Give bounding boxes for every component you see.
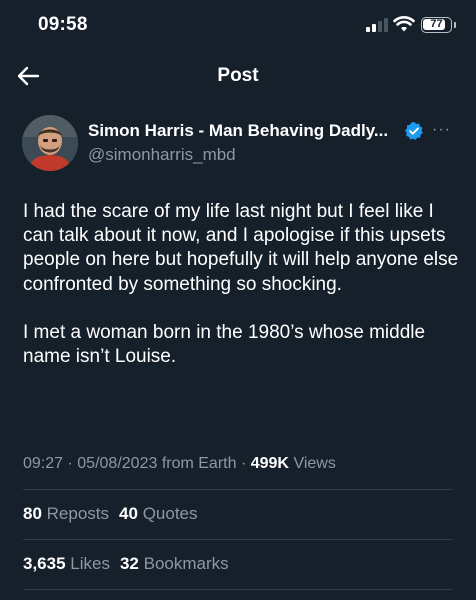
post-date: 05/08/2023 <box>77 455 158 472</box>
bookmarks-label: Bookmarks <box>143 554 229 573</box>
reposts-stat[interactable]: 80 Reposts <box>23 504 109 523</box>
reposts-count: 80 <box>23 504 42 523</box>
nav-header: Post <box>0 55 476 97</box>
status-bar: 09:58 77 <box>0 0 476 50</box>
quotes-stat[interactable]: 40 Quotes <box>119 504 197 523</box>
divider <box>23 589 453 590</box>
stats-row-reposts: 80 Reposts 40 Quotes <box>23 504 198 524</box>
views-label: Views <box>293 455 336 472</box>
bookmarks-count: 32 <box>119 554 139 573</box>
post-screen: 09:58 77 Post Simon Harris - Man Behavin… <box>0 0 476 600</box>
post-source: from Earth <box>161 455 237 472</box>
author-name[interactable]: Simon Harris - Man Behaving Dadly... <box>88 121 388 141</box>
likes-count: 3,635 <box>23 554 66 573</box>
quotes-count: 40 <box>119 504 138 523</box>
quotes-label: Quotes <box>142 504 198 523</box>
likes-label: Likes <box>70 554 110 573</box>
battery-percent: 77 <box>430 18 443 30</box>
views-count[interactable]: 499K <box>251 455 289 472</box>
divider <box>23 489 453 490</box>
post-paragraph: I had the scare of my life last night bu… <box>23 201 459 295</box>
avatar[interactable] <box>22 115 78 171</box>
divider <box>23 539 453 540</box>
likes-stat[interactable]: 3,635 Likes <box>23 554 110 573</box>
meta-separator: · <box>67 455 78 472</box>
post-paragraph: I met a woman born in the 1980’s whose m… <box>23 321 426 368</box>
reposts-label: Reposts <box>46 504 110 523</box>
status-time: 09:58 <box>38 14 88 35</box>
more-options-icon[interactable]: ··· <box>432 120 454 140</box>
meta-separator: · <box>240 455 251 472</box>
post-body: I had the scare of my life last night bu… <box>23 200 463 369</box>
cellular-signal-icon <box>366 18 388 32</box>
battery-cap <box>454 22 456 28</box>
battery-icon: 77 <box>421 17 452 33</box>
post-meta: 09:27 · 05/08/2023 from Earth · 499K Vie… <box>23 455 336 473</box>
bookmarks-stat[interactable]: 32 Bookmarks <box>120 554 229 573</box>
post-time: 09:27 <box>23 455 64 472</box>
verified-badge-icon <box>405 121 423 140</box>
avatar-image <box>22 115 78 171</box>
wifi-icon <box>393 16 415 32</box>
page-title: Post <box>217 65 259 86</box>
stats-row-likes: 3,635 Likes 32 Bookmarks <box>23 554 229 574</box>
author-handle[interactable]: @simonharris_mbd <box>88 145 236 165</box>
